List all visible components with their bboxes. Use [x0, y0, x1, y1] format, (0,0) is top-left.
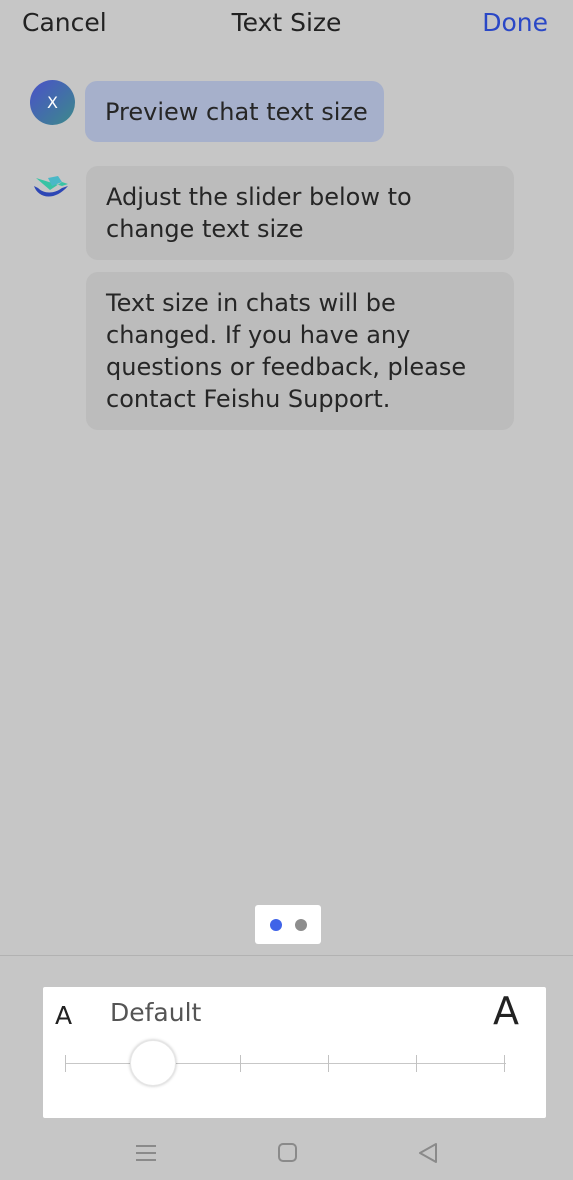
slider-tick[interactable]	[416, 1055, 417, 1072]
avatar: X	[30, 80, 75, 125]
font-size-panel: A Default A	[43, 987, 546, 1118]
large-text-label: A	[493, 989, 519, 1033]
small-text-label: A	[55, 1001, 73, 1030]
home-icon[interactable]	[272, 1138, 302, 1168]
bot-message-bubble: Text size in chats will be changed. If y…	[86, 272, 514, 430]
bot-message-text: Adjust the slider below to change text s…	[106, 183, 412, 243]
page-dot-active[interactable]	[269, 918, 282, 931]
current-size-label: Default	[110, 998, 202, 1027]
divider	[0, 955, 573, 956]
avatar-initial: X	[47, 93, 58, 112]
done-button[interactable]: Done	[482, 8, 548, 37]
system-nav-bar	[0, 1128, 573, 1180]
back-icon[interactable]	[414, 1138, 444, 1168]
slider-tick[interactable]	[65, 1055, 66, 1072]
feishu-bot-icon	[34, 176, 68, 197]
user-message-text: Preview chat text size	[105, 98, 368, 126]
user-message-bubble: Preview chat text size	[85, 81, 384, 142]
slider-tick[interactable]	[328, 1055, 329, 1072]
page-dot[interactable]	[294, 918, 307, 931]
menu-icon[interactable]	[131, 1138, 161, 1168]
slider-thumb[interactable]	[130, 1040, 176, 1086]
header: Cancel Text Size Done	[0, 0, 573, 48]
text-size-screen: Cancel Text Size Done X Preview chat tex…	[0, 0, 573, 1180]
bot-message-text: Text size in chats will be changed. If y…	[106, 289, 467, 413]
page-indicator	[255, 905, 321, 944]
bot-message-bubble: Adjust the slider below to change text s…	[86, 166, 514, 260]
slider-tick[interactable]	[504, 1055, 505, 1072]
slider-tick[interactable]	[240, 1055, 241, 1072]
